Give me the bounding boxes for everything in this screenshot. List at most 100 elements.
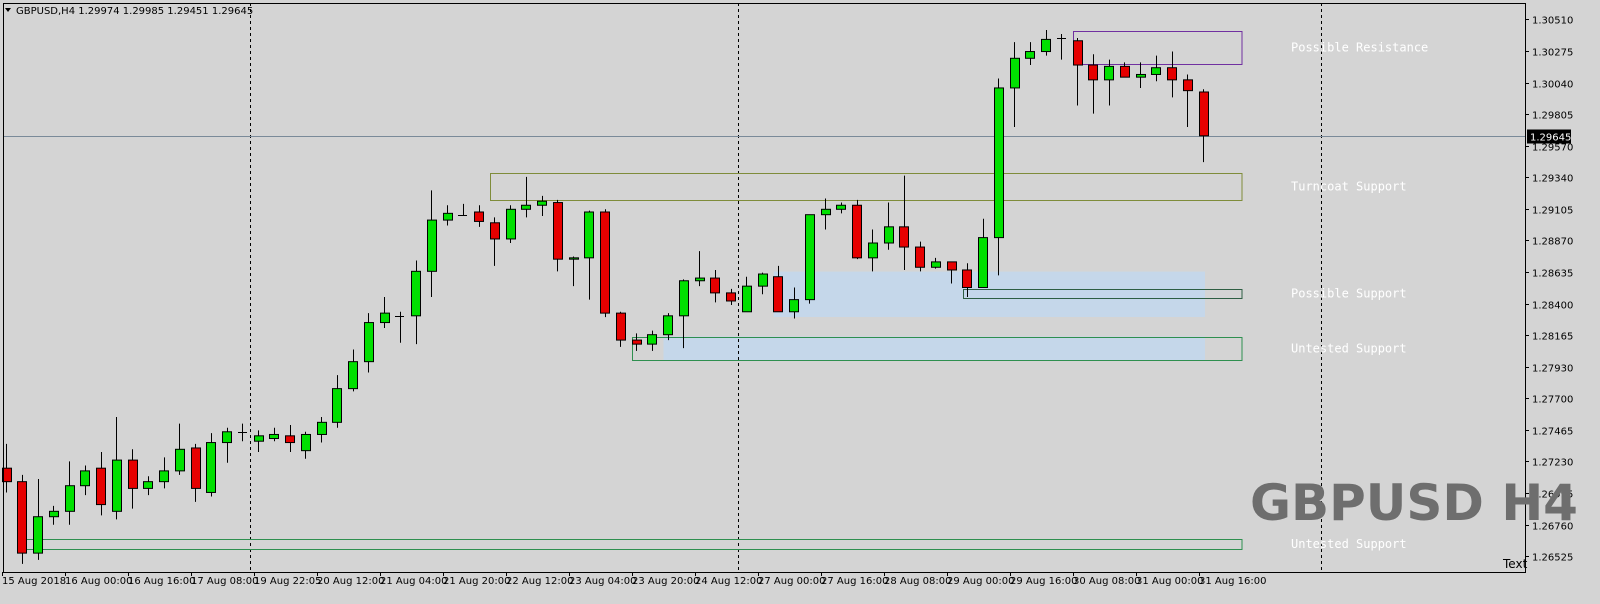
candle-1	[17, 474, 27, 564]
candle-body	[726, 292, 736, 302]
candle-body	[191, 447, 201, 489]
y-tick-label: 1.26525	[1532, 553, 1573, 564]
candle-51	[805, 214, 815, 304]
current-price-text: 1.29645	[1530, 133, 1571, 144]
x-tick-label: 29 Aug 00:00	[947, 576, 1014, 587]
candle-body	[537, 200, 547, 206]
candle-body	[1136, 73, 1146, 78]
candle-body	[143, 481, 153, 489]
text-label: Text	[1502, 557, 1528, 571]
candle-body	[994, 87, 1004, 239]
candle-body	[474, 211, 484, 222]
y-tick-label: 1.28165	[1532, 332, 1573, 343]
x-tick-label: 30 Aug 08:00	[1073, 576, 1140, 587]
zone-label: Turncoat Support	[1291, 180, 1407, 194]
y-tick-label: 1.29105	[1532, 206, 1573, 217]
x-tick-label: 23 Aug 20:00	[632, 576, 699, 587]
candle-body	[285, 435, 295, 444]
x-tick-label: 19 Aug 22:05	[254, 576, 321, 587]
candle-body	[1025, 51, 1035, 59]
candle-body	[821, 208, 831, 216]
candle-body	[632, 339, 642, 345]
candle-body	[758, 273, 768, 287]
x-tick-label: 16 Aug 00:00	[65, 576, 132, 587]
x-tick-label: 31 Aug 16:00	[1199, 576, 1266, 587]
zone-label: Untested Support	[1291, 341, 1407, 355]
y-tick-label: 1.30275	[1532, 48, 1573, 59]
candle-body	[49, 510, 59, 518]
candle-body	[742, 285, 752, 313]
candle-body	[978, 237, 988, 288]
candle-body	[269, 433, 279, 440]
candle-body	[317, 421, 327, 435]
candle-54	[852, 199, 862, 260]
current-price-badge: 1.29645	[1527, 129, 1571, 144]
candle-body	[931, 261, 941, 268]
candle-body	[915, 246, 925, 268]
candle-body	[128, 459, 138, 489]
x-tick-label: 22 Aug 12:00	[506, 576, 573, 587]
candle-body	[443, 212, 453, 221]
candle-body	[175, 448, 185, 472]
candle-body	[96, 467, 106, 506]
candle-body	[427, 219, 437, 272]
candle-body	[506, 208, 516, 240]
candle-body	[805, 214, 815, 301]
y-tick-label: 1.30040	[1532, 80, 1573, 91]
x-tick-label: 21 Aug 04:00	[380, 576, 447, 587]
candle-body	[569, 257, 579, 260]
candle-13	[206, 433, 216, 497]
candle-body	[490, 222, 500, 240]
candle-body	[364, 322, 374, 363]
light-zone-1	[663, 336, 1205, 361]
candle-38	[600, 209, 610, 318]
candle-body	[962, 269, 972, 288]
x-tick-label: 15 Aug 2018	[2, 576, 66, 587]
candle-body	[1199, 91, 1209, 137]
y-tick-label: 1.27700	[1532, 395, 1573, 406]
y-tick-label: 1.29340	[1532, 174, 1573, 185]
candle-body	[222, 431, 232, 444]
candle-body	[852, 204, 862, 259]
candle-body	[600, 211, 610, 314]
candle-body	[301, 433, 311, 452]
candle-body	[868, 242, 878, 259]
candle-body	[1151, 67, 1161, 75]
candle-body	[1088, 64, 1098, 81]
symbol-watermark: GBPUSD H4	[1250, 474, 1578, 532]
candle-body	[80, 470, 90, 487]
candle-body	[836, 204, 846, 210]
candle-body	[553, 202, 563, 260]
y-tick-label: 1.28400	[1532, 301, 1573, 312]
x-tick-label: 17 Aug 08:00	[191, 576, 258, 587]
x-tick-label: 31 Aug 00:00	[1136, 576, 1203, 587]
zone-label: Possible Resistance	[1291, 40, 1428, 54]
price-chart[interactable]: Possible Resistance Turncoat Support Possi…	[0, 0, 1600, 604]
candle-body	[884, 226, 894, 244]
candle-body	[33, 516, 43, 554]
candle-body	[380, 312, 390, 324]
candle-body	[899, 226, 909, 248]
x-tick-label: 16 Aug 16:00	[128, 576, 195, 587]
candle-body	[789, 299, 799, 313]
candle-body	[584, 211, 594, 259]
candle-body	[65, 485, 75, 512]
candle-body	[679, 280, 689, 317]
y-tick-label: 1.27930	[1532, 364, 1573, 375]
x-tick-label: 20 Aug 12:00	[317, 576, 384, 587]
y-tick-label: 1.27230	[1532, 458, 1573, 469]
chart-header: GBPUSD,H4 1.29974 1.29985 1.29451 1.2964…	[5, 6, 253, 17]
candle-body	[947, 261, 957, 271]
candle-body	[647, 334, 657, 345]
candle-body	[616, 312, 626, 341]
candle-body	[695, 277, 705, 282]
x-tick-label: 29 Aug 16:00	[1010, 576, 1077, 587]
x-tick-label: 28 Aug 08:00	[884, 576, 951, 587]
candle-body	[159, 470, 169, 483]
candle-body	[206, 442, 216, 493]
y-tick-label: 1.27465	[1532, 427, 1573, 438]
candle-body	[521, 204, 531, 210]
candle-32	[506, 205, 516, 244]
candle-body	[332, 388, 342, 423]
candle-body	[1041, 38, 1051, 53]
